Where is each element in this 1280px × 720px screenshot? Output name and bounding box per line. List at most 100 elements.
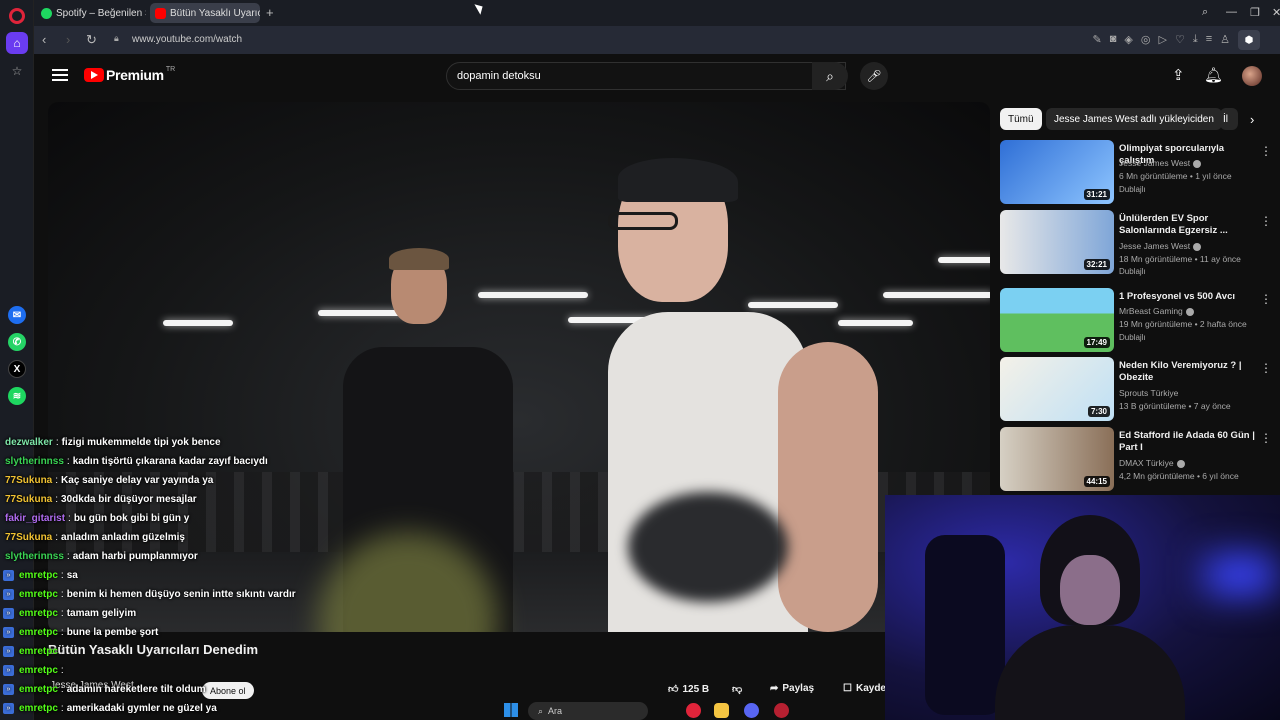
chat-username[interactable]: fakir_gitarist	[5, 513, 65, 524]
home-icon[interactable]: ⌂	[6, 32, 28, 54]
video-thumbnail[interactable]: 32:21	[1000, 210, 1114, 274]
thumbs-down-icon: 👎︎	[732, 684, 743, 695]
video-thumbnail[interactable]: 44:15	[1000, 427, 1114, 491]
spotify-icon[interactable]: ≋	[8, 387, 26, 405]
more-vert-icon[interactable]: ⋮	[1260, 144, 1272, 158]
rec-channel[interactable]: MrBeast Gaming	[1119, 306, 1194, 316]
forward-icon[interactable]: ›	[66, 32, 70, 47]
mic-icon[interactable]: 🎤︎	[860, 62, 888, 90]
x-icon[interactable]: X	[8, 360, 26, 378]
chat-username[interactable]: slytherinnss	[5, 456, 64, 467]
plus-icon[interactable]: +	[266, 5, 274, 20]
chat-message: » emretpc:	[0, 661, 67, 680]
chip-uploader[interactable]: Jesse James West adlı yükleyiciden	[1046, 108, 1222, 130]
recommendation-item[interactable]: 44:15 Ed Stafford ile Adada 60 Gün | Par…	[1000, 427, 1280, 493]
video-thumbnail[interactable]: 31:21	[1000, 140, 1114, 204]
search-icon[interactable]: ⌕	[1202, 6, 1208, 19]
edit-icon[interactable]: ✎	[1093, 33, 1102, 46]
rec-channel[interactable]: Jesse James West	[1119, 158, 1202, 168]
chat-username[interactable]: emretpc	[19, 608, 58, 619]
rec-title[interactable]: Ed Stafford ile Adada 60 Gün | Part I	[1119, 430, 1259, 454]
chat-separator: :	[60, 627, 64, 638]
chat-username[interactable]: emretpc	[19, 665, 58, 676]
messenger-icon[interactable]: ✉	[8, 306, 26, 324]
recommendation-item[interactable]: 7:30 Neden Kilo Veremiyoruz ? | Obezite …	[1000, 357, 1280, 423]
tab-youtube[interactable]: Bütün Yasaklı Uyarıcıla	[150, 3, 260, 23]
url-field[interactable]: www.youtube.com/watch	[132, 34, 242, 45]
star-icon[interactable]: ☆	[6, 60, 28, 82]
subscribe-button[interactable]: Abone ol	[202, 682, 254, 699]
reload-icon[interactable]: ↻	[86, 32, 97, 48]
chat-username[interactable]: dezwalker	[5, 437, 53, 448]
chat-text: adamın hareketlere tilt oldum	[66, 684, 206, 695]
profile-icon[interactable]: ♙	[1220, 33, 1230, 46]
youtube-logo[interactable]: Premium TR	[84, 66, 175, 83]
search-button[interactable]: ⌕	[812, 62, 848, 90]
rec-title[interactable]: Neden Kilo Veremiyoruz ? | Obezite	[1119, 360, 1259, 384]
chat-username[interactable]: 77Sukuna	[5, 475, 52, 486]
chat-separator: :	[55, 532, 59, 543]
chat-username[interactable]: emretpc	[19, 627, 58, 638]
kick-badge-icon: »	[3, 589, 14, 600]
whatsapp-icon[interactable]: ✆	[8, 333, 26, 351]
recommendation-item[interactable]: 17:49 1 Profesyonel vs 500 Avcı MrBeast …	[1000, 288, 1280, 354]
extension-icon[interactable]: ⬢	[1238, 30, 1260, 50]
chat-username[interactable]: emretpc	[19, 646, 58, 657]
chat-username[interactable]: 77Sukuna	[5, 494, 52, 505]
restore-icon[interactable]: ❐	[1250, 6, 1260, 19]
camera-icon[interactable]: ◙	[1110, 33, 1117, 46]
chat-username[interactable]: emretpc	[19, 684, 58, 695]
taskbar: ⌕ Ara	[500, 700, 800, 720]
chat-message: » emretpc: tamam geliyim	[0, 604, 136, 623]
hamburger-menu-icon[interactable]	[52, 69, 68, 81]
opera-logo[interactable]	[9, 8, 25, 24]
avatar[interactable]	[1242, 66, 1262, 86]
opera-gx-icon[interactable]	[774, 703, 789, 718]
more-vert-icon[interactable]: ⋮	[1260, 292, 1272, 306]
rec-channel[interactable]: DMAX Türkiye	[1119, 458, 1185, 468]
close-icon[interactable]: ✕	[1272, 6, 1280, 19]
kick-badge-icon: »	[3, 570, 14, 581]
file-explorer-icon[interactable]	[714, 703, 729, 718]
chat-username[interactable]: emretpc	[19, 589, 58, 600]
chip-all[interactable]: Tümü	[1000, 108, 1042, 130]
bell-icon[interactable]: 🔔︎	[1204, 66, 1223, 84]
more-vert-icon[interactable]: ⋮	[1260, 431, 1272, 445]
heart-icon[interactable]: ♡	[1175, 33, 1185, 46]
shield-icon[interactable]: ◈	[1124, 33, 1132, 46]
minimize-icon[interactable]: —	[1226, 6, 1237, 18]
recommendation-item[interactable]: 32:21 Ünlülerden EV Spor Salonlarında Eg…	[1000, 210, 1280, 276]
video-thumbnail[interactable]: 17:49	[1000, 288, 1114, 352]
rec-title[interactable]: Ünlülerden EV Spor Salonlarında Egzersiz…	[1119, 213, 1259, 237]
back-icon[interactable]: ‹	[42, 32, 46, 47]
menu-icon[interactable]: ≡	[1206, 33, 1212, 46]
taskbar-search[interactable]: ⌕ Ara	[528, 702, 648, 720]
rec-title[interactable]: 1 Profesyonel vs 500 Avcı	[1119, 291, 1259, 303]
chevron-right-icon[interactable]: ›	[1250, 112, 1254, 127]
search-input[interactable]: dopamin detoksu ✕	[446, 62, 846, 90]
windows-start-icon[interactable]	[504, 703, 518, 717]
tab-spotify[interactable]: Spotify – Beğenilen Şarkıl	[36, 3, 146, 23]
play-icon[interactable]: ▷	[1158, 33, 1166, 46]
rec-channel[interactable]: Sprouts Türkiye	[1119, 388, 1178, 398]
rec-channel[interactable]: Jesse James West	[1119, 241, 1202, 251]
vpn-icon[interactable]: ◎	[1141, 33, 1151, 46]
chat-username[interactable]: slytherinnss	[5, 551, 64, 562]
more-vert-icon[interactable]: ⋮	[1260, 214, 1272, 228]
recommendation-item[interactable]: 31:21 Olimpiyat sporcularıyla çalıştım J…	[1000, 140, 1280, 206]
save-button[interactable]: ☐Kaydet	[843, 683, 885, 694]
like-button[interactable]: 👍︎ 125 B	[668, 683, 709, 696]
share-button[interactable]: ➦ Paylaş	[770, 683, 814, 694]
upload-icon[interactable]: ⇪	[1172, 66, 1185, 84]
chip-related[interactable]: İl	[1220, 108, 1238, 130]
video-thumbnail[interactable]: 7:30	[1000, 357, 1114, 421]
more-vert-icon[interactable]: ⋮	[1260, 361, 1272, 375]
download-icon[interactable]: ⤓	[1193, 33, 1198, 46]
dislike-button[interactable]: 👎︎	[732, 683, 742, 695]
chat-username[interactable]: emretpc	[19, 570, 58, 581]
discord-icon[interactable]	[744, 703, 759, 718]
chat-separator: :	[55, 475, 59, 486]
chat-username[interactable]: emretpc	[19, 703, 58, 714]
opera-icon[interactable]	[686, 703, 701, 718]
chat-username[interactable]: 77Sukuna	[5, 532, 52, 543]
